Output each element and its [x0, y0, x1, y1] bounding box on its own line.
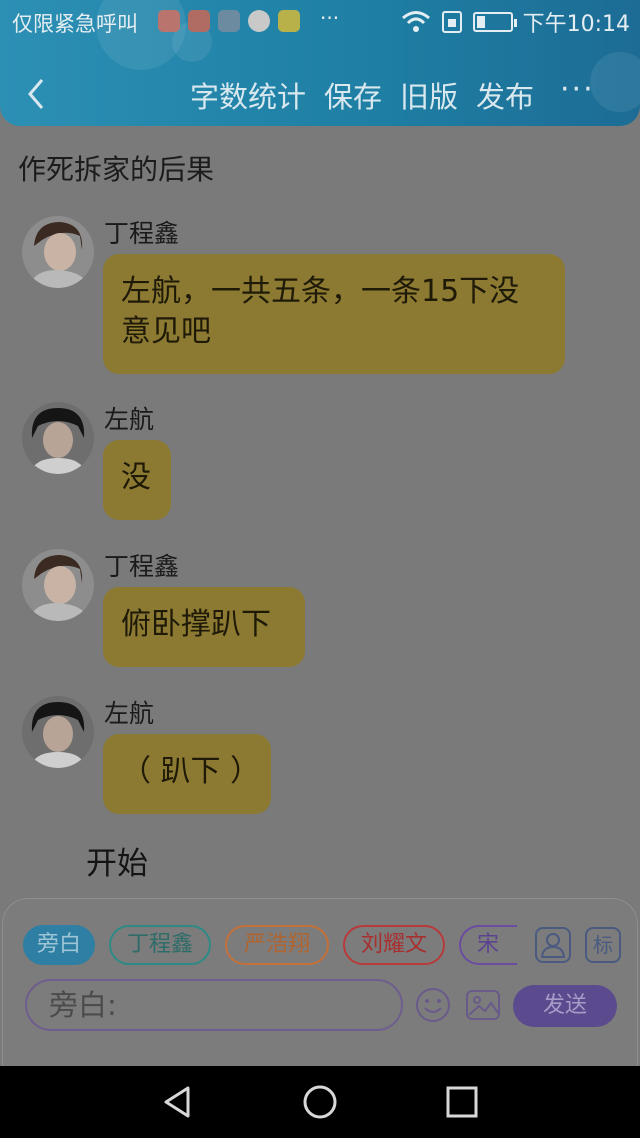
- weibo-icon: [248, 10, 270, 32]
- home-circle-icon[interactable]: [302, 1084, 338, 1120]
- avatar-ding[interactable]: [22, 216, 94, 288]
- more-notifications-dots: ···: [320, 6, 340, 30]
- nav-bar: 字数统计 保存 旧版 发布 ···: [0, 60, 640, 124]
- chip-narration[interactable]: 旁白: [23, 925, 95, 965]
- sender-name: 左航: [104, 699, 155, 728]
- sim-icon: [441, 11, 462, 33]
- sender-name: 丁程鑫: [104, 552, 180, 581]
- composer-panel: 旁白 丁程鑫 严浩翔 刘耀文 宋亚 标 旁白: 发送: [2, 898, 638, 1068]
- old-version-button[interactable]: 旧版: [400, 74, 458, 116]
- narration-text[interactable]: 开始: [86, 838, 148, 883]
- wifi-icon: [401, 11, 430, 32]
- person-icon[interactable]: [535, 927, 571, 963]
- more-icon[interactable]: ···: [560, 72, 600, 112]
- recent-square-icon[interactable]: [444, 1084, 480, 1120]
- message-bubble[interactable]: 左航，一共五条，一条15下没意见吧: [103, 254, 565, 374]
- battery-icon: [472, 12, 517, 32]
- nav-actions: 字数统计 保存 旧版 发布: [190, 74, 534, 116]
- save-button[interactable]: 保存: [324, 74, 382, 116]
- gallery-icon: [218, 10, 240, 32]
- word-count-button[interactable]: 字数统计: [190, 74, 306, 116]
- avatar-zuo[interactable]: [22, 696, 94, 768]
- chip-song[interactable]: 宋亚: [459, 925, 517, 965]
- emergency-only-text: 仅限紧急呼叫: [12, 12, 138, 36]
- publish-button[interactable]: 发布: [476, 74, 534, 116]
- back-icon[interactable]: [18, 74, 58, 114]
- sender-name: 左航: [104, 405, 155, 434]
- clock-time: 下午10:14: [522, 12, 630, 37]
- chat-app-icon: [278, 10, 300, 32]
- status-bar: 仅限紧急呼叫 ··· 下午10:14: [0, 0, 640, 44]
- chip-yan[interactable]: 严浩翔: [225, 925, 329, 965]
- message-input[interactable]: 旁白:: [25, 979, 403, 1031]
- avatar-ding[interactable]: [22, 549, 94, 621]
- system-nav-bar: [0, 1066, 640, 1138]
- avatar-zuo[interactable]: [22, 402, 94, 474]
- message-bubble[interactable]: 俯卧撑趴下: [103, 587, 305, 667]
- message-bubble[interactable]: 没: [103, 440, 171, 520]
- image-icon[interactable]: [465, 987, 501, 1023]
- chip-liu[interactable]: 刘耀文: [343, 925, 445, 965]
- send-button[interactable]: 发送: [513, 985, 617, 1027]
- chip-ding[interactable]: 丁程鑫: [109, 925, 211, 965]
- notification-icons: [158, 10, 300, 32]
- mail-icon: [158, 10, 180, 32]
- smiley-icon[interactable]: [415, 987, 451, 1023]
- story-title: 作死拆家的后果: [18, 153, 215, 186]
- app-red-icon: [188, 10, 210, 32]
- back-triangle-icon[interactable]: [160, 1084, 196, 1120]
- sender-name: 丁程鑫: [104, 219, 180, 248]
- message-bubble[interactable]: （ 趴下 ）: [103, 734, 271, 814]
- top-header: 仅限紧急呼叫 ··· 下午10:14 字数统计 保存 旧版 发布 ···: [0, 0, 640, 126]
- tag-label-button[interactable]: 标: [585, 927, 621, 963]
